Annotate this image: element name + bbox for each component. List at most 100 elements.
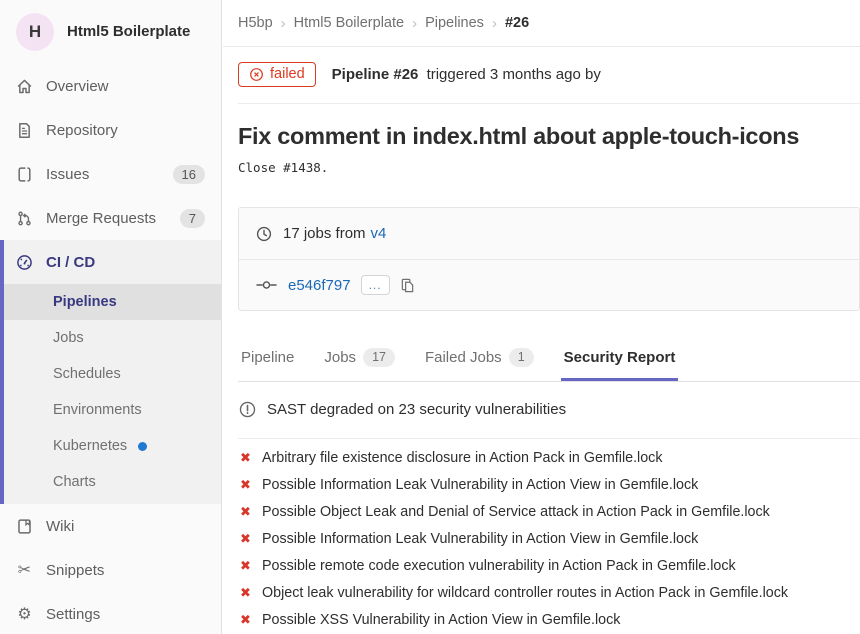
- wiki-icon: [16, 518, 33, 535]
- breadcrumb-separator: ›: [281, 15, 286, 32]
- breadcrumb: H5bp › Html5 Boilerplate › Pipelines › #…: [223, 0, 860, 47]
- failed-x-icon: ✖: [240, 449, 255, 468]
- tab-label: Security Report: [564, 349, 676, 366]
- commit-message: Close #1438.: [238, 160, 860, 175]
- vulnerability-text: Arbitrary file existence disclosure in A…: [262, 449, 662, 468]
- breadcrumb-current: #26: [505, 15, 529, 31]
- sidebar-item-label: Issues: [46, 166, 89, 183]
- commit-info-row: e546f797 ...: [239, 259, 859, 310]
- sidebar-item-settings[interactable]: ⚙ Settings: [0, 592, 221, 634]
- clock-icon: [256, 226, 272, 242]
- alert-icon: [239, 401, 256, 418]
- sidebar-subitem-charts[interactable]: Charts: [4, 464, 221, 500]
- tab-jobs[interactable]: Jobs 17: [321, 336, 398, 381]
- failed-x-icon: ✖: [240, 557, 255, 576]
- mr-count-badge: 7: [180, 209, 205, 228]
- pipeline-number: Pipeline #26: [332, 66, 419, 83]
- sidebar-item-label: Repository: [46, 122, 118, 139]
- tab-pipeline[interactable]: Pipeline: [238, 336, 297, 381]
- tab-label: Pipeline: [241, 349, 294, 366]
- ref-link[interactable]: v4: [371, 225, 387, 242]
- sidebar-item-label: Merge Requests: [46, 210, 156, 227]
- project-sidebar: H Html5 Boilerplate Overview Repository …: [0, 0, 222, 634]
- gear-icon: ⚙: [16, 606, 33, 623]
- status-badge-label: failed: [270, 66, 305, 82]
- status-badge: failed: [238, 62, 316, 87]
- sidebar-subitem-label: Environments: [53, 402, 142, 418]
- tab-security-report[interactable]: Security Report: [561, 336, 679, 381]
- gauge-icon: [16, 254, 33, 271]
- project-header[interactable]: H Html5 Boilerplate: [0, 0, 221, 64]
- sidebar-item-merge-requests[interactable]: Merge Requests 7: [0, 196, 221, 240]
- pipeline-status-row: failed Pipeline #26 triggered 3 months a…: [238, 47, 860, 104]
- sast-summary-text: SAST degraded on 23 security vulnerabili…: [267, 401, 566, 418]
- sidebar-item-snippets[interactable]: ✂ Snippets: [0, 548, 221, 592]
- sidebar-subitem-kubernetes[interactable]: Kubernetes: [4, 428, 221, 464]
- jobs-count-badge: 17: [363, 348, 395, 367]
- sidebar-item-label: Overview: [46, 78, 109, 95]
- failed-x-icon: ✖: [240, 611, 255, 630]
- failed-icon: [249, 67, 264, 82]
- breadcrumb-separator: ›: [492, 15, 497, 32]
- commit-sha-link[interactable]: e546f797: [288, 277, 351, 294]
- sidebar-subitem-pipelines[interactable]: Pipelines: [4, 284, 221, 320]
- sidebar-item-repository[interactable]: Repository: [0, 108, 221, 152]
- vulnerability-text: Possible remote code execution vulnerabi…: [262, 557, 736, 576]
- failed-x-icon: ✖: [240, 503, 255, 522]
- commit-icon: [256, 279, 277, 291]
- breadcrumb-pipelines[interactable]: Pipelines: [425, 15, 484, 31]
- vulnerability-row[interactable]: ✖ Possible XSS Vulnerability in Action V…: [238, 607, 860, 634]
- tab-label: Jobs: [324, 349, 356, 366]
- vulnerability-text: Possible Information Leak Vulnerability …: [262, 530, 698, 549]
- main-content: H5bp › Html5 Boilerplate › Pipelines › #…: [223, 0, 860, 634]
- vulnerability-row[interactable]: ✖ Possible Information Leak Vulnerabilit…: [238, 472, 860, 499]
- sidebar-subitem-label: Pipelines: [53, 294, 117, 310]
- tab-failed-jobs[interactable]: Failed Jobs 1: [422, 336, 537, 381]
- project-avatar: H: [16, 13, 54, 51]
- pipeline-tabs: Pipeline Jobs 17 Failed Jobs 1 Security …: [238, 336, 860, 382]
- vulnerability-row[interactable]: ✖ Possible Information Leak Vulnerabilit…: [238, 526, 860, 553]
- sidebar-item-cicd[interactable]: CI / CD: [4, 240, 221, 284]
- failed-jobs-count-badge: 1: [509, 348, 534, 367]
- vulnerability-text: Possible Information Leak Vulnerability …: [262, 476, 698, 495]
- failed-x-icon: ✖: [240, 584, 255, 603]
- tab-label: Failed Jobs: [425, 349, 502, 366]
- sidebar-subitem-label: Charts: [53, 474, 96, 490]
- pipeline-info-box: 17 jobs from v4 e546f797 ...: [238, 207, 860, 311]
- vulnerability-row[interactable]: ✖ Arbitrary file existence disclosure in…: [238, 445, 860, 472]
- sidebar-item-label: Snippets: [46, 562, 104, 579]
- jobs-info-row: 17 jobs from v4: [239, 208, 859, 259]
- vulnerability-text: Possible Object Leak and Denial of Servi…: [262, 503, 770, 522]
- sidebar-subitem-schedules[interactable]: Schedules: [4, 356, 221, 392]
- sidebar-section-cicd: CI / CD Pipelines Jobs Schedules Environ…: [0, 240, 221, 504]
- vulnerability-row[interactable]: ✖ Object leak vulnerability for wildcard…: [238, 580, 860, 607]
- merge-request-icon: [16, 210, 33, 227]
- sast-summary-row: SAST degraded on 23 security vulnerabili…: [238, 382, 860, 439]
- sidebar-item-issues[interactable]: Issues 16: [0, 152, 221, 196]
- breadcrumb-group[interactable]: H5bp: [238, 15, 273, 31]
- breadcrumb-separator: ›: [412, 15, 417, 32]
- pipeline-trigger-text: Pipeline #26 triggered 3 months ago by: [332, 66, 601, 83]
- sidebar-subitem-environments[interactable]: Environments: [4, 392, 221, 428]
- sidebar-subitem-label: Schedules: [53, 366, 121, 382]
- issues-icon: [16, 166, 33, 183]
- vulnerability-row[interactable]: ✖ Possible Object Leak and Denial of Ser…: [238, 499, 860, 526]
- sidebar-subitem-label: Kubernetes: [53, 438, 127, 454]
- scissors-icon: ✂: [16, 562, 33, 579]
- document-icon: [16, 122, 33, 139]
- copy-commit-icon[interactable]: [400, 278, 415, 293]
- sidebar-item-label: CI / CD: [46, 254, 95, 271]
- vulnerability-text: Possible XSS Vulnerability in Action Vie…: [262, 611, 620, 630]
- sidebar-item-wiki[interactable]: Wiki: [0, 504, 221, 548]
- sidebar-item-label: Wiki: [46, 518, 74, 535]
- vulnerability-row[interactable]: ✖ Possible remote code execution vulnera…: [238, 553, 860, 580]
- breadcrumb-project[interactable]: Html5 Boilerplate: [294, 15, 404, 31]
- sidebar-subitem-jobs[interactable]: Jobs: [4, 320, 221, 356]
- expand-commit-button[interactable]: ...: [361, 275, 390, 295]
- vulnerability-list: ✖ Arbitrary file existence disclosure in…: [238, 439, 860, 634]
- vulnerability-text: Object leak vulnerability for wildcard c…: [262, 584, 788, 603]
- issues-count-badge: 16: [173, 165, 205, 184]
- sidebar-item-overview[interactable]: Overview: [0, 64, 221, 108]
- kubernetes-notification-dot: [138, 442, 147, 451]
- jobs-count-text: 17 jobs from: [283, 225, 366, 242]
